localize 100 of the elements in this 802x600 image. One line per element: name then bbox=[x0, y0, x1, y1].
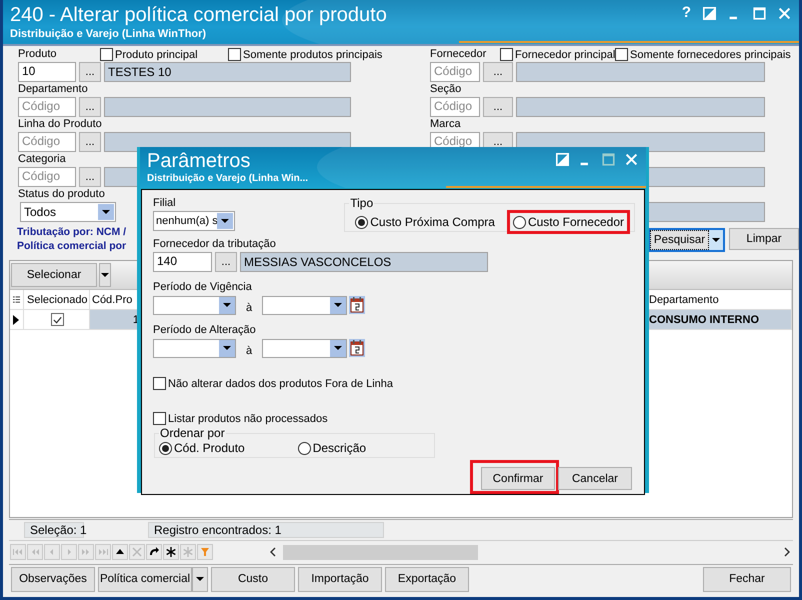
column-menu-icon[interactable] bbox=[13, 294, 20, 304]
action-button[interactable]: Exportação bbox=[385, 566, 469, 592]
nav-refresh-icon[interactable] bbox=[146, 544, 162, 560]
caret-icon bbox=[98, 204, 114, 220]
table-cell: CONSUMO INTERNO bbox=[647, 310, 792, 329]
info-text: Política comercial por bbox=[17, 239, 126, 253]
action-button[interactable]: Política comercial bbox=[98, 566, 192, 592]
dropdown-button[interactable] bbox=[330, 296, 346, 314]
browse-button[interactable]: ... bbox=[79, 167, 101, 187]
checkbox-icon[interactable] bbox=[51, 313, 64, 326]
radio-button[interactable]: Custo Próxima Compra bbox=[355, 215, 495, 229]
caret-icon bbox=[217, 213, 233, 229]
column-header[interactable]: Selecionado bbox=[24, 290, 90, 309]
field-label: Fornecedor bbox=[430, 47, 486, 61]
nav-star-icon[interactable] bbox=[163, 544, 179, 560]
status-text: Registro encontrados: 1 bbox=[148, 522, 384, 538]
scroll-left-icon[interactable] bbox=[269, 547, 277, 557]
field-label: Linha do Produto bbox=[18, 117, 102, 131]
code-field[interactable]: 140 bbox=[153, 252, 212, 272]
code-field[interactable]: 10 bbox=[18, 62, 76, 82]
help-button[interactable]: ? bbox=[682, 5, 691, 21]
dialog-button[interactable]: Confirmar bbox=[481, 467, 555, 490]
date-field[interactable] bbox=[153, 296, 236, 314]
browse-button[interactable]: ... bbox=[483, 97, 513, 117]
checkbox[interactable]: Fornecedor principal bbox=[500, 48, 616, 61]
browse-button[interactable]: ... bbox=[483, 62, 513, 82]
date-field[interactable] bbox=[153, 338, 236, 358]
radio-button[interactable]: Descrição bbox=[298, 441, 366, 455]
field-label: Período de Alteração bbox=[153, 323, 256, 337]
caret-icon bbox=[333, 300, 344, 310]
caret-icon bbox=[100, 270, 110, 280]
caret-icon bbox=[222, 343, 232, 353]
browse-button[interactable]: ... bbox=[79, 62, 101, 82]
radio-button[interactable]: Custo Fornecedor bbox=[512, 215, 624, 229]
code-field[interactable]: Código bbox=[430, 62, 480, 82]
code-field[interactable]: Código bbox=[18, 97, 76, 117]
date-field[interactable] bbox=[262, 338, 348, 358]
field-label: Marca bbox=[430, 117, 461, 131]
field-label: Seção bbox=[430, 82, 462, 96]
contrast-icon[interactable] bbox=[556, 153, 569, 166]
group-label: Tipo bbox=[349, 196, 374, 210]
browse-button[interactable]: ... bbox=[79, 97, 101, 117]
action-button[interactable]: Observações bbox=[11, 566, 95, 592]
date-field[interactable] bbox=[262, 296, 348, 314]
field-label: Período de Vigência bbox=[153, 280, 252, 294]
action-button[interactable]: Fechar bbox=[703, 566, 791, 592]
range-separator: à bbox=[246, 344, 252, 358]
dropdown-button[interactable] bbox=[709, 230, 723, 250]
caret-icon bbox=[222, 300, 232, 310]
code-field[interactable]: Código bbox=[18, 167, 76, 187]
info-text: Tributação por: NCM / bbox=[17, 225, 126, 239]
code-field[interactable]: Código bbox=[430, 97, 480, 117]
radio-button[interactable]: Cód. Produto bbox=[159, 441, 245, 455]
branch-dropdown[interactable]: nenhum(a) s bbox=[153, 211, 235, 231]
browse-button[interactable]: ... bbox=[79, 132, 101, 152]
description-field: MESSIAS VASCONCELOS bbox=[240, 252, 488, 272]
close-icon[interactable] bbox=[778, 6, 791, 20]
range-separator: à bbox=[246, 301, 252, 315]
maximize-icon[interactable] bbox=[602, 153, 615, 166]
status-dropdown[interactable]: Todos bbox=[20, 202, 116, 222]
caret-icon bbox=[333, 343, 344, 353]
search-button[interactable]: Limpar bbox=[729, 228, 799, 250]
field-label: Departamento bbox=[18, 82, 88, 96]
dropdown-button[interactable] bbox=[219, 340, 235, 356]
dialog-title: Parâmetros bbox=[147, 150, 250, 172]
window-subtitle: Distribuição e Varejo (Linha WinThor) bbox=[10, 27, 206, 41]
contrast-icon[interactable] bbox=[703, 6, 716, 20]
nav-up-icon[interactable] bbox=[112, 544, 128, 560]
calendar-icon[interactable] bbox=[349, 339, 366, 357]
dialog-subtitle: Distribuição e Varejo (Linha Win... bbox=[147, 172, 308, 185]
code-field[interactable]: Código bbox=[18, 132, 76, 152]
close-icon[interactable] bbox=[625, 153, 638, 166]
checkbox[interactable]: Listar produtos não processados bbox=[153, 412, 328, 425]
dropdown-button[interactable] bbox=[192, 566, 208, 592]
caret-icon bbox=[711, 235, 721, 245]
window-title: 240 - Alterar política comercial por produto bbox=[10, 3, 387, 27]
select-button[interactable]: Selecionar bbox=[11, 263, 97, 287]
dialog-button[interactable]: Cancelar bbox=[558, 467, 632, 490]
field-label: Status do produto bbox=[18, 187, 105, 201]
checkbox[interactable]: Não alterar dados dos produtos Fora de Linha bbox=[153, 377, 394, 390]
field-label: Categoria bbox=[18, 152, 66, 166]
field-label: Produto bbox=[18, 47, 57, 61]
checkbox[interactable]: Produto principal bbox=[100, 48, 198, 61]
field-label: Fornecedor da tributação bbox=[153, 237, 276, 251]
action-button[interactable]: Custo bbox=[211, 566, 295, 592]
calendar-icon[interactable] bbox=[349, 296, 366, 314]
action-button[interactable]: Importação bbox=[298, 566, 382, 592]
nav-star2-icon[interactable] bbox=[180, 544, 196, 560]
browse-button[interactable]: ... bbox=[215, 252, 237, 272]
description-field: TESTES 10 bbox=[104, 62, 351, 82]
dropdown-button[interactable] bbox=[330, 340, 346, 356]
field-label: Filial bbox=[153, 196, 176, 210]
dropdown-button[interactable] bbox=[99, 263, 111, 287]
nav-filter-icon[interactable] bbox=[197, 544, 213, 560]
checkbox[interactable]: Somente fornecedores principais bbox=[615, 48, 791, 61]
scroll-right-icon[interactable] bbox=[783, 547, 791, 557]
caret-icon bbox=[195, 574, 205, 584]
search-button[interactable]: Pesquisar bbox=[650, 230, 709, 250]
checkbox[interactable]: Somente produtos principais bbox=[228, 48, 382, 61]
dropdown-button[interactable] bbox=[219, 296, 235, 314]
